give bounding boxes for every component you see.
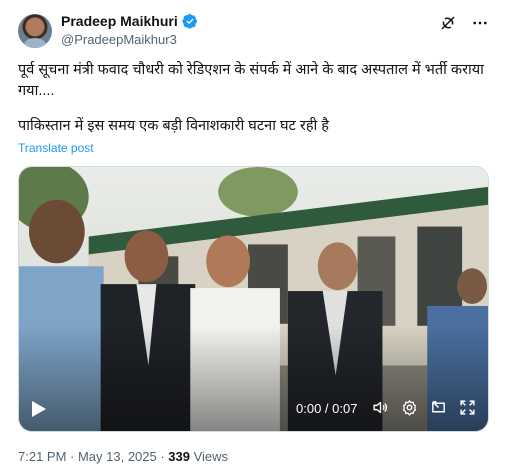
volume-icon[interactable] — [372, 399, 389, 416]
tweet-text: पूर्व सूचना मंत्री फवाद चौधरी को रेडिएशन… — [18, 60, 488, 137]
author-name-row: Pradeep Maikhuri — [61, 13, 198, 29]
video-controls: 0:00 / 0:07 — [19, 387, 488, 431]
avatar[interactable] — [18, 14, 52, 48]
author-display-name[interactable]: Pradeep Maikhuri — [61, 13, 178, 29]
views-label: Views — [190, 449, 229, 464]
top-actions — [439, 14, 489, 32]
translate-post-link[interactable]: Translate post — [18, 141, 94, 155]
timestamp[interactable]: 7:21 PM · May 13, 2025 · — [18, 449, 168, 464]
tweet-meta: 7:21 PM · May 13, 2025 · 339 Views — [18, 449, 228, 464]
grok-icon[interactable] — [439, 14, 457, 32]
tweet-card: Pradeep Maikhuri @PradeepMaikhur3 पूर्व … — [0, 0, 505, 471]
tweet-text-line-2: पाकिस्तान में इस समय एक बड़ी विनाशकारी घ… — [18, 118, 329, 134]
fullscreen-icon[interactable] — [459, 399, 476, 416]
author-handle[interactable]: @PradeepMaikhur3 — [61, 32, 177, 47]
video-time: 0:00 / 0:07 — [296, 401, 358, 416]
more-options-icon[interactable] — [471, 14, 489, 32]
video-player[interactable]: 0:00 / 0:07 — [18, 166, 489, 432]
verified-badge-icon — [182, 14, 197, 29]
settings-icon[interactable] — [401, 399, 418, 416]
video-control-icons — [372, 399, 476, 416]
play-icon[interactable] — [31, 400, 47, 418]
view-count: 339 — [168, 449, 190, 464]
picture-in-picture-icon[interactable] — [430, 399, 447, 416]
tweet-text-line-1: पूर्व सूचना मंत्री फवाद चौधरी को रेडिएशन… — [18, 62, 484, 99]
